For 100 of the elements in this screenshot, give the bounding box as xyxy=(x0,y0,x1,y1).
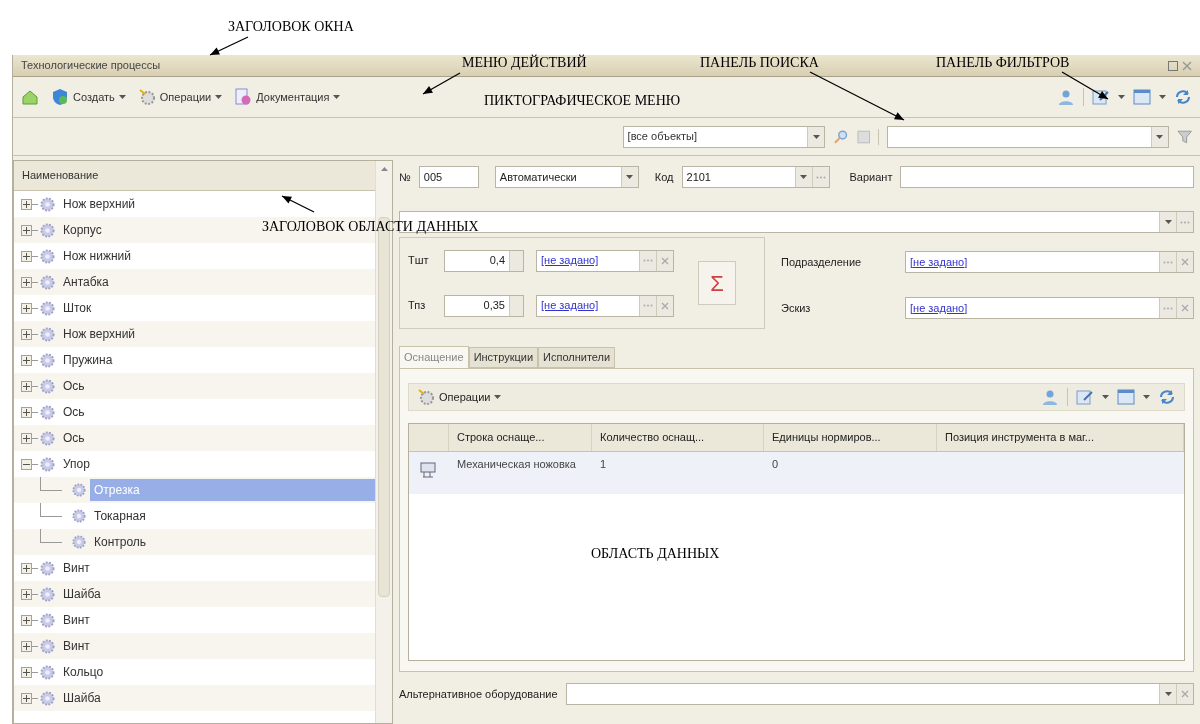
dropdown-button[interactable] xyxy=(1159,684,1176,704)
caret-icon xyxy=(494,395,502,399)
expand-toggle[interactable] xyxy=(21,250,32,262)
expand-toggle[interactable] xyxy=(21,666,32,678)
annotation-label: МЕНЮ ДЕЙСТВИЙ xyxy=(462,53,587,72)
column-header[interactable]: Количество оснащ... xyxy=(592,424,764,451)
annotation-label: ОБЛАСТЬ ДАННЫХ xyxy=(591,545,720,563)
tab[interactable]: Инструкции xyxy=(468,347,539,368)
tree-item[interactable]: Нож верхний xyxy=(59,195,140,213)
alt-equipment-field[interactable] xyxy=(565,683,1194,705)
column-header[interactable]: Единицы нормиров... xyxy=(764,424,937,451)
dropdown-button[interactable] xyxy=(620,167,638,187)
expand-toggle[interactable] xyxy=(21,328,32,340)
toolbar-menu-button[interactable]: Документация xyxy=(234,88,341,106)
tree-item[interactable]: Корпус xyxy=(59,221,106,239)
search-icon[interactable] xyxy=(833,128,849,145)
tree-item[interactable]: Ось xyxy=(59,429,89,447)
clear-button[interactable] xyxy=(1176,252,1193,272)
tree-item[interactable]: Шток xyxy=(59,299,96,317)
select-button[interactable] xyxy=(639,250,656,271)
operations-menu-button[interactable]: Операции xyxy=(417,388,502,406)
person-icon[interactable] xyxy=(1057,88,1075,106)
select-button[interactable] xyxy=(639,295,656,316)
tree-item[interactable]: Кольцо xyxy=(59,663,108,681)
reference-field[interactable]: [не задано] xyxy=(536,294,674,317)
dropdown-button[interactable] xyxy=(1159,212,1176,232)
close-icon[interactable] xyxy=(1182,60,1192,71)
expand-toggle[interactable] xyxy=(21,302,32,314)
tree-item[interactable]: Шайба xyxy=(59,585,105,603)
dropdown-button[interactable] xyxy=(1150,126,1168,147)
reference-field[interactable]: [не задано] xyxy=(536,249,674,272)
dropdown-button[interactable] xyxy=(794,167,812,187)
expand-toggle[interactable] xyxy=(21,640,32,652)
tree-item[interactable]: Винт xyxy=(59,637,94,655)
expand-toggle[interactable] xyxy=(21,380,32,392)
close-icon xyxy=(1181,690,1189,698)
refresh-icon[interactable] xyxy=(1158,388,1176,406)
tree-item[interactable]: Упор xyxy=(59,455,94,473)
refresh-icon[interactable] xyxy=(1174,88,1192,106)
expand-toggle[interactable] xyxy=(21,354,32,366)
column-header[interactable]: Наименование xyxy=(14,161,375,191)
gear-icon xyxy=(40,248,55,264)
expand-toggle[interactable] xyxy=(21,432,32,444)
variant-field[interactable] xyxy=(900,166,1194,188)
code-field[interactable]: 2101 xyxy=(681,166,830,188)
column-header[interactable]: Строка оснаще... xyxy=(449,424,592,451)
gear-icon xyxy=(40,638,55,654)
collapse-toggle[interactable] xyxy=(21,458,32,470)
number-field[interactable]: 005 xyxy=(418,166,479,188)
tree-item[interactable]: Нож нижний xyxy=(59,247,135,265)
document-icon xyxy=(234,88,253,106)
window-icon[interactable] xyxy=(1117,388,1135,406)
tree-item[interactable]: Нож верхний xyxy=(59,325,140,343)
reference-field[interactable]: [не задано] xyxy=(905,251,1194,273)
clear-button[interactable] xyxy=(656,295,673,316)
scroll-up-icon[interactable] xyxy=(380,167,388,171)
window-icon[interactable] xyxy=(1133,88,1151,106)
sum-button[interactable]: Σ xyxy=(698,261,736,305)
expand-toggle[interactable] xyxy=(21,614,32,626)
toolbar-menu-button[interactable]: Операции xyxy=(137,88,223,106)
tab[interactable]: Исполнители xyxy=(538,347,616,368)
search-field[interactable] xyxy=(887,125,1169,148)
close-icon xyxy=(1181,258,1189,266)
toolbar-menu-button[interactable]: Создать xyxy=(51,88,126,106)
number-label: № xyxy=(399,169,411,185)
column-header[interactable]: Позиция инструмента в маг... xyxy=(937,424,1184,451)
numbering-dropdown[interactable]: Автоматически xyxy=(494,166,639,188)
dropdown-button[interactable] xyxy=(807,126,825,147)
expand-toggle[interactable] xyxy=(21,198,32,210)
annotation-arrow xyxy=(422,72,461,95)
tree-item[interactable]: Ось xyxy=(59,377,89,395)
expand-toggle[interactable] xyxy=(21,562,32,574)
tree-item[interactable]: Винт xyxy=(59,559,94,577)
caret-icon xyxy=(1143,395,1150,399)
scope-dropdown[interactable]: [все объекты] xyxy=(622,125,826,148)
clear-button[interactable] xyxy=(656,250,673,271)
expand-toggle[interactable] xyxy=(21,588,32,600)
number-spinner[interactable]: 0,4 xyxy=(444,249,524,272)
expand-toggle[interactable] xyxy=(21,276,32,288)
reference-field[interactable]: [не задано] xyxy=(905,297,1194,319)
tree-item[interactable]: Пружина xyxy=(59,351,117,369)
expand-toggle[interactable] xyxy=(21,224,32,236)
filter-icon[interactable] xyxy=(1176,128,1192,145)
person-icon[interactable] xyxy=(1041,388,1059,406)
home-icon[interactable] xyxy=(21,88,39,106)
number-spinner[interactable]: 0,35 xyxy=(444,294,524,317)
caret-icon xyxy=(333,95,341,99)
expand-toggle[interactable] xyxy=(21,692,32,704)
tree-item[interactable]: Антабка xyxy=(59,273,113,291)
tree-item[interactable]: Шайба xyxy=(59,689,105,707)
tree-item[interactable]: Контроль xyxy=(90,531,151,553)
tree-item[interactable]: Токарная xyxy=(90,505,150,527)
caret-icon xyxy=(1156,134,1164,139)
expand-toggle[interactable] xyxy=(21,406,32,418)
tree-item[interactable]: Винт xyxy=(59,611,94,629)
clear-button[interactable] xyxy=(1176,298,1193,318)
plus-icon xyxy=(23,252,30,260)
tree-item[interactable]: Ось xyxy=(59,403,89,421)
maximize-icon[interactable] xyxy=(1168,60,1178,71)
gear-icon xyxy=(40,586,55,602)
